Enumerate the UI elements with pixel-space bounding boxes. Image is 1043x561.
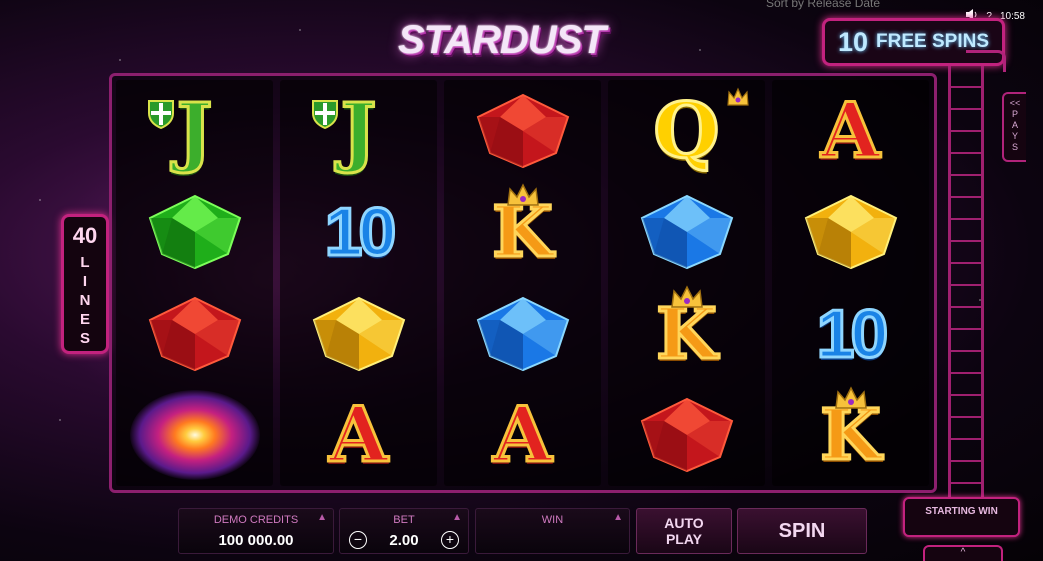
red-gem-icon — [148, 296, 241, 371]
expand-tab[interactable]: ^ — [923, 545, 1003, 561]
bet-label: BET — [393, 514, 415, 526]
pays-letter: Y — [1011, 131, 1018, 141]
green-gem-icon — [148, 195, 241, 270]
reels: J J 10 A K A Q K A 10 K — [116, 80, 929, 486]
pays-tab[interactable]: << P A Y S — [1002, 92, 1026, 162]
auto-play-line1: AUTO — [664, 515, 704, 531]
symbol-text: J — [339, 85, 378, 175]
reel-4: Q K — [608, 80, 765, 486]
symbol-a: A — [820, 91, 882, 170]
lines-badge: 40 L I N E S — [61, 214, 109, 354]
reel-symbol: K — [781, 386, 921, 483]
red-gem-icon — [476, 93, 569, 168]
lines-letter: L — [80, 254, 90, 271]
lines-letter: S — [79, 330, 90, 347]
symbol-text: A — [820, 85, 882, 175]
symbol-text: 10 — [323, 194, 398, 271]
symbol-k: K — [655, 285, 718, 370]
symbol-10: 10 — [815, 298, 890, 369]
free-spins-count: 10 — [837, 26, 869, 57]
game-logo: STARDUST — [398, 18, 606, 62]
symbol-text: A — [492, 390, 554, 480]
reel-symbol: J — [289, 83, 429, 179]
blue-gem-icon — [476, 296, 569, 371]
reel-symbol: K — [453, 183, 593, 280]
spin-button[interactable]: SPIN — [737, 508, 867, 554]
reel-symbol: J — [125, 83, 265, 179]
crown-icon — [670, 285, 703, 308]
reel-symbol: Q — [617, 83, 757, 179]
lines-label: L I N E S — [80, 253, 91, 348]
reel-symbol — [453, 83, 593, 179]
blue-gem-icon — [640, 195, 733, 270]
shield-icon — [147, 99, 174, 129]
auto-play-line2: PLAY — [665, 531, 703, 547]
shield-icon — [311, 99, 338, 129]
reel-symbol — [289, 286, 429, 382]
starting-win-panel: STARTING WIN — [903, 497, 1020, 537]
yellow-gem-icon — [804, 195, 897, 270]
auto-play-button[interactable]: AUTO PLAY — [636, 508, 732, 554]
demo-credits-panel: DEMO CREDITS ▲ 100 000.00 — [178, 508, 334, 554]
win-meter-ladder — [948, 66, 984, 498]
reel-symbol — [617, 387, 757, 483]
demo-credits-value: 100 000.00 — [218, 532, 294, 549]
crown-icon — [726, 87, 749, 106]
symbol-a: A — [328, 395, 390, 474]
symbol-text: 10 — [815, 295, 890, 372]
crown-icon — [506, 183, 539, 206]
reel-symbol: 10 — [781, 286, 921, 382]
reel-symbol — [125, 387, 265, 483]
lines-count: 40 — [72, 223, 98, 248]
symbol-k: K — [491, 183, 554, 268]
symbol-j: J — [147, 91, 214, 170]
win-label: WIN — [541, 514, 564, 526]
reel-symbol — [781, 184, 921, 280]
galaxy-icon — [129, 390, 260, 481]
lines-letter: I — [82, 273, 88, 290]
symbol-j: J — [311, 91, 378, 170]
lines-letter: N — [79, 292, 91, 309]
clock-time: 10:58 — [999, 10, 1025, 22]
yellow-gem-icon — [312, 296, 405, 371]
crown-icon — [834, 386, 867, 409]
reel-symbol: A — [289, 387, 429, 483]
reel-symbol — [453, 286, 593, 382]
reel-3: K A — [444, 80, 601, 486]
reel-symbol — [125, 286, 265, 382]
bet-increase-button[interactable]: + — [441, 531, 459, 549]
reel-2: J 10 A — [280, 80, 437, 486]
symbol-a: A — [492, 395, 554, 474]
reel-symbol: A — [781, 83, 921, 179]
lines-letter: E — [79, 311, 90, 328]
pays-letter: P — [1011, 109, 1018, 119]
reel-symbol: A — [453, 387, 593, 483]
reel-symbol — [125, 184, 265, 280]
win-panel: WIN ▲ — [475, 508, 630, 554]
demo-credits-label: DEMO CREDITS — [213, 514, 299, 526]
double-chevron-left-icon: << — [1009, 98, 1021, 108]
reel-symbol: K — [617, 285, 757, 382]
symbol-k: K — [819, 386, 882, 471]
sort-by-label[interactable]: Sort by Release Date — [766, 0, 880, 10]
symbol-10: 10 — [323, 197, 398, 268]
reel-5: A 10 K — [772, 80, 929, 486]
pays-letter: A — [1011, 120, 1018, 130]
chevron-up-icon: ^ — [960, 547, 966, 558]
chevron-up-icon[interactable]: ▲ — [613, 512, 623, 523]
reel-symbol: 10 — [289, 184, 429, 280]
symbol-text: Q — [652, 85, 721, 175]
chevron-up-icon[interactable]: ▲ — [452, 512, 462, 523]
pays-letter: S — [1011, 142, 1018, 152]
bet-panel: BET ▲ − 2.00 + — [339, 508, 469, 554]
reel-1: J — [116, 80, 273, 486]
symbol-text: A — [328, 390, 390, 480]
symbol-q: Q — [652, 87, 749, 170]
reel-symbol — [617, 184, 757, 280]
red-gem-icon — [640, 398, 733, 473]
chevron-up-icon[interactable]: ▲ — [317, 512, 327, 523]
symbol-text: J — [175, 85, 214, 175]
